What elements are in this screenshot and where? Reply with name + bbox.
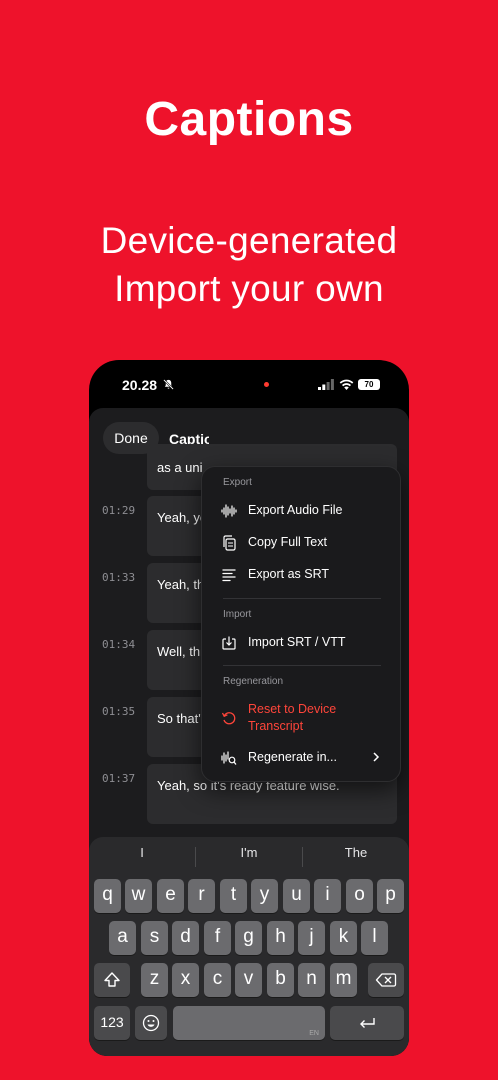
return-key[interactable] bbox=[330, 1006, 404, 1040]
key-s[interactable]: s bbox=[141, 921, 168, 955]
status-time: 20.28 bbox=[122, 377, 158, 393]
export-audio-menu-item[interactable]: Export Audio File bbox=[202, 497, 400, 525]
key-x[interactable]: x bbox=[172, 963, 199, 997]
phone-screen: 20.28 70 Done Captions as a uni 01:29 bbox=[89, 360, 409, 1056]
recording-indicator bbox=[264, 382, 269, 387]
cellular-signal-icon bbox=[318, 379, 334, 390]
key-v[interactable]: v bbox=[235, 963, 262, 997]
key-g[interactable]: g bbox=[235, 921, 262, 955]
reset-transcript-menu-item[interactable]: Reset to Device Transcript bbox=[202, 701, 400, 737]
delete-key[interactable] bbox=[368, 963, 404, 997]
shift-key[interactable] bbox=[94, 963, 130, 997]
key-p[interactable]: p bbox=[377, 879, 404, 913]
key-d[interactable]: d bbox=[172, 921, 199, 955]
chevron-right-icon bbox=[373, 752, 380, 762]
caption-timestamp: 01:29 bbox=[102, 504, 136, 517]
key-l[interactable]: l bbox=[361, 921, 388, 955]
import-tray-icon bbox=[222, 636, 236, 650]
key-j[interactable]: j bbox=[298, 921, 325, 955]
key-w[interactable]: w bbox=[125, 879, 152, 913]
wifi-icon bbox=[339, 379, 354, 390]
key-r[interactable]: r bbox=[188, 879, 215, 913]
copy-document-icon bbox=[223, 535, 236, 551]
menu-section-import: Import bbox=[223, 609, 252, 620]
waveform-icon bbox=[221, 504, 237, 518]
regenerate-in-label: Regenerate in... bbox=[248, 750, 337, 764]
caption-timestamp: 01:33 bbox=[102, 571, 136, 584]
onscreen-keyboard: I I'm The q w e r t y u i o p a s d f g … bbox=[89, 837, 409, 1056]
captions-sheet: Done Captions as a uni 01:29 Yeah, yo 01… bbox=[89, 408, 409, 1056]
reset-transcript-label-line2: Transcript bbox=[248, 719, 304, 733]
menu-divider bbox=[223, 665, 381, 666]
emoji-icon bbox=[142, 1014, 160, 1032]
suggestion-1[interactable]: I bbox=[89, 845, 195, 860]
caption-text: Yeah, th bbox=[157, 577, 205, 592]
key-k[interactable]: k bbox=[330, 921, 357, 955]
key-f[interactable]: f bbox=[204, 921, 231, 955]
bell-muted-icon bbox=[163, 379, 174, 390]
caption-options-menu: Export Export Audio File Copy Full Text … bbox=[201, 466, 401, 782]
key-c[interactable]: c bbox=[204, 963, 231, 997]
key-b[interactable]: b bbox=[267, 963, 294, 997]
key-i[interactable]: i bbox=[314, 879, 341, 913]
key-o[interactable]: o bbox=[346, 879, 373, 913]
emoji-key[interactable] bbox=[135, 1006, 167, 1040]
key-h[interactable]: h bbox=[267, 921, 294, 955]
key-z[interactable]: z bbox=[141, 963, 168, 997]
caption-timestamp: 01:37 bbox=[102, 772, 136, 785]
numbers-key[interactable]: 123 bbox=[94, 1006, 130, 1040]
reset-transcript-label-line1: Reset to Device bbox=[248, 702, 337, 716]
export-audio-label: Export Audio File bbox=[248, 503, 343, 517]
key-u[interactable]: u bbox=[283, 879, 310, 913]
import-srt-vtt-label: Import SRT / VTT bbox=[248, 635, 346, 649]
key-t[interactable]: t bbox=[220, 879, 247, 913]
export-srt-label: Export as SRT bbox=[248, 567, 330, 581]
backspace-icon bbox=[375, 973, 397, 987]
return-arrow-icon bbox=[360, 1018, 375, 1028]
caption-text: as a uni bbox=[157, 460, 203, 475]
caption-text: So that's bbox=[157, 711, 208, 726]
import-srt-vtt-menu-item[interactable]: Import SRT / VTT bbox=[202, 629, 400, 657]
key-y[interactable]: y bbox=[251, 879, 278, 913]
key-m[interactable]: m bbox=[330, 963, 357, 997]
key-e[interactable]: e bbox=[157, 879, 184, 913]
hero-subtitle-line2: Import your own bbox=[114, 268, 384, 309]
hero-subtitle-line1: Device-generated bbox=[100, 220, 398, 261]
shift-arrow-icon bbox=[104, 972, 120, 987]
space-bar[interactable]: EN bbox=[173, 1006, 325, 1040]
space-language-label: EN bbox=[309, 1030, 319, 1037]
suggestion-2[interactable]: I'm bbox=[196, 845, 302, 860]
reset-arrow-icon bbox=[221, 712, 236, 725]
waveform-search-icon bbox=[221, 751, 237, 765]
menu-section-regeneration: Regeneration bbox=[223, 676, 284, 687]
regenerate-in-menu-item[interactable]: Regenerate in... bbox=[202, 744, 400, 772]
key-q[interactable]: q bbox=[94, 879, 121, 913]
text-lines-icon bbox=[222, 569, 236, 582]
hero-title: Captions bbox=[144, 93, 354, 146]
copy-full-text-menu-item[interactable]: Copy Full Text bbox=[202, 529, 400, 557]
menu-section-export: Export bbox=[223, 477, 252, 488]
suggestion-3[interactable]: The bbox=[303, 845, 409, 860]
caption-timestamp: 01:34 bbox=[102, 638, 136, 651]
key-a[interactable]: a bbox=[109, 921, 136, 955]
caption-timestamp: 01:35 bbox=[102, 705, 136, 718]
caption-text: Well, thi bbox=[157, 644, 203, 659]
battery-indicator: 70 bbox=[358, 379, 380, 390]
export-srt-menu-item[interactable]: Export as SRT bbox=[202, 561, 400, 589]
copy-full-text-label: Copy Full Text bbox=[248, 535, 327, 549]
caption-text: Yeah, yo bbox=[157, 510, 208, 525]
status-bar: 20.28 70 bbox=[89, 360, 409, 408]
menu-divider bbox=[223, 598, 381, 599]
key-n[interactable]: n bbox=[298, 963, 325, 997]
